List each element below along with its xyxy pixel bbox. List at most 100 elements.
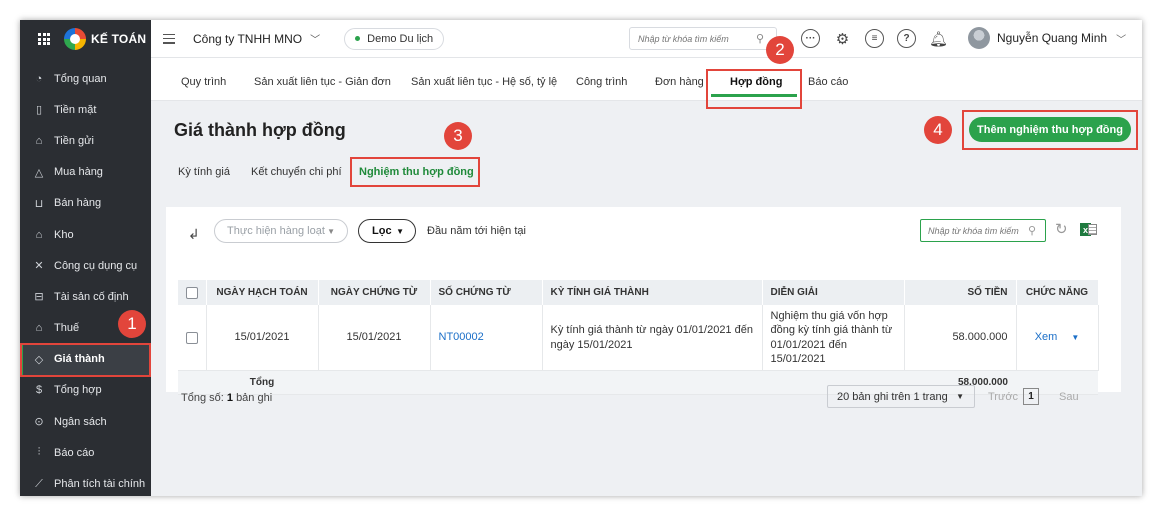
apps-grid-icon[interactable]: [38, 33, 50, 45]
record-count: Tổng số: 1 bản ghi: [181, 392, 272, 404]
page-size-select[interactable]: 20 bản ghi trên 1 trang ▼: [827, 385, 975, 408]
tab-san-xuat-he-so[interactable]: Sản xuất liên tục - Hệ số, tỷ lệ: [411, 76, 557, 88]
search-icon[interactable]: ⚲: [756, 32, 764, 45]
sidebar-item-label: Công cụ dụng cụ: [54, 259, 138, 272]
chevron-down-icon: ﹀: [310, 35, 321, 46]
sidebar-item-tong-hop[interactable]: $ Tổng hợp: [20, 375, 151, 406]
total-spacer: [318, 370, 430, 396]
sort-icon[interactable]: ↲: [188, 226, 200, 243]
sidebar-item-label: Kho: [54, 228, 74, 241]
cell-amount: 58.000.000: [904, 305, 1017, 372]
data-card: ↲ Thực hiện hàng loạt ▼ Lọc ▼ Đầu năm tớ…: [166, 207, 1121, 408]
acceptance-table: NGÀY HẠCH TOÁN NGÀY CHỨNG TỪ SỐ CHỨNG TỪ…: [178, 280, 1099, 396]
sidebar-item-tien-gui[interactable]: ⌂ Tiền gửi: [20, 125, 151, 156]
prev-page-button[interactable]: Trước: [988, 391, 1018, 403]
building-icon: ⌂: [35, 322, 43, 335]
select-all-checkbox[interactable]: [186, 286, 198, 299]
help-icon[interactable]: ?: [897, 29, 916, 48]
col-chuc-nang: CHỨC NĂNG: [1016, 280, 1099, 305]
total-spacer: [430, 370, 542, 396]
menu-icon[interactable]: [163, 33, 175, 44]
tab-quy-trinh[interactable]: Quy trình: [181, 76, 226, 88]
sidebar-item-label: Tiền gửi: [54, 134, 94, 147]
sidebar-item-label: Báo cáo: [54, 446, 95, 459]
table-row[interactable]: 15/01/2021 15/01/2021 NT00002 Kỳ tính gi…: [178, 305, 1099, 372]
sidebar-item-tong-quan[interactable]: ◔ Tổng quan: [20, 63, 151, 94]
table-header-row: NGÀY HẠCH TOÁN NGÀY CHỨNG TỪ SỐ CHỨNG TỪ…: [178, 280, 1099, 305]
shopping-bag-icon: △: [34, 166, 44, 179]
col-ky-tinh-gia-thanh[interactable]: KỲ TÍNH GIÁ THÀNH: [542, 280, 763, 305]
col-dien-giai[interactable]: DIỄN GIẢI: [762, 280, 905, 305]
sidebar-item-ngan-sach[interactable]: ⊙ Ngân sách: [20, 406, 151, 437]
record-count-prefix: Tổng số:: [181, 392, 224, 404]
sidebar-item-mua-hang[interactable]: △ Mua hàng: [20, 157, 151, 188]
cart-icon: ⊔: [34, 197, 44, 210]
col-so-chung-tu[interactable]: SỐ CHỨNG TỪ: [430, 280, 543, 305]
tab-cong-trinh[interactable]: Công trình: [576, 76, 627, 88]
next-page-button[interactable]: Sau: [1059, 391, 1079, 403]
app-window: KẾ TOÁN ◔ Tổng quan ▯ Tiền mặt ⌂ Tiền gửi △…: [20, 20, 1142, 496]
module-tabs: Quy trình Sản xuất liên tục - Giản đơn S…: [151, 58, 1142, 101]
sidebar-item-phan-tich-tai-chinh[interactable]: ⟋ Phân tích tài chính: [20, 468, 151, 496]
filter-button[interactable]: Lọc ▼: [358, 219, 416, 243]
sidebar-item-cong-cu-dung-cu[interactable]: ✕ Công cụ dụng cụ: [20, 250, 151, 281]
cell-posting-date: 15/01/2021: [206, 305, 319, 372]
user-menu[interactable]: Nguyễn Quang Minh ﹀: [968, 27, 1126, 49]
caret-down-icon[interactable]: ▼: [1071, 333, 1079, 342]
warehouse-icon: ⌂: [35, 228, 43, 241]
global-search-input[interactable]: [638, 33, 756, 44]
col-ngay-hach-toan[interactable]: NGÀY HẠCH TOÁN: [206, 280, 319, 305]
annotation-badge-2: 2: [766, 36, 794, 64]
dollar-doc-icon: $: [35, 384, 43, 397]
annotation-box-4: [962, 110, 1138, 150]
row-checkbox[interactable]: [186, 331, 198, 344]
record-count-value: 1: [226, 392, 233, 404]
bell-icon[interactable]: 🔔︎: [929, 29, 948, 48]
brand-name: KẾ TOÁN: [91, 32, 147, 46]
doc-number-link[interactable]: NT00002: [439, 331, 484, 343]
company-selector[interactable]: Công ty TNHH MNO ﹀: [193, 31, 321, 47]
total-spacer: [542, 370, 762, 396]
table-search-input[interactable]: [928, 225, 1028, 236]
refresh-icon[interactable]: ↻: [1055, 220, 1068, 238]
sidebar-item-kho[interactable]: ⌂ Kho: [20, 219, 151, 250]
sidebar-item-tien-mat[interactable]: ▯ Tiền mặt: [20, 94, 151, 125]
caret-down-icon: ▼: [327, 226, 335, 236]
batch-action-dropdown[interactable]: Thực hiện hàng loạt ▼: [214, 219, 348, 243]
cell-doc-no-wrap: NT00002: [430, 305, 543, 372]
wallet-icon: ▯: [35, 104, 43, 117]
chevron-down-icon: ﹀: [1116, 34, 1127, 46]
topbar-actions: ··· ⚙ ≡ ? 🔔︎: [801, 29, 948, 48]
sidebar-item-label: Mua hàng: [54, 166, 103, 179]
tab-san-xuat-gian-don[interactable]: Sản xuất liên tục - Giản đơn: [254, 76, 391, 88]
current-page[interactable]: 1: [1023, 388, 1039, 405]
tab-don-hang[interactable]: Đơn hàng: [655, 76, 704, 88]
chat-icon[interactable]: ≡: [865, 29, 884, 48]
company-name: Công ty TNHH MNO: [193, 31, 303, 46]
sidebar-item-tai-san-co-dinh[interactable]: ⊟ Tài sản cố định: [20, 281, 151, 312]
annotation-badge-1: 1: [118, 310, 146, 338]
col-ngay-chung-tu[interactable]: NGÀY CHỨNG TỪ: [318, 280, 431, 305]
subtab-ket-chuyen-chi-phi[interactable]: Kết chuyển chi phí: [251, 166, 342, 178]
col-so-tien[interactable]: SỐ TIỀN: [904, 280, 1017, 305]
table-search: ⚲: [920, 219, 1046, 242]
sidebar-item-ban-hang[interactable]: ⊔ Bán hàng: [20, 188, 151, 219]
tab-bao-cao[interactable]: Báo cáo: [808, 76, 848, 88]
budget-icon: ⊙: [34, 416, 44, 429]
sidebar-item-label: Tổng quan: [54, 72, 107, 85]
sidebar-item-bao-cao[interactable]: ⫶ Báo cáo: [20, 437, 151, 468]
subtab-ky-tinh-gia[interactable]: Kỳ tính giá: [178, 166, 230, 178]
view-link[interactable]: Xem: [1035, 331, 1058, 343]
gear-icon[interactable]: ⚙: [833, 29, 852, 48]
period-label: Đầu năm tới hiện tại: [427, 225, 526, 237]
record-count-suffix: bản ghi: [236, 392, 273, 404]
annotation-badge-4: 4: [924, 116, 952, 144]
avatar: [968, 27, 990, 49]
caret-down-icon: ▼: [956, 392, 964, 401]
page-size-label: 20 bản ghi trên 1 trang: [837, 390, 948, 403]
more-icon[interactable]: ···: [801, 29, 820, 48]
sidebar-nav: ◔ Tổng quan ▯ Tiền mặt ⌂ Tiền gửi △ Mua hàng…: [20, 63, 151, 496]
demo-badge[interactable]: Demo Du lịch: [344, 27, 445, 50]
excel-export-icon[interactable]: x: [1080, 222, 1098, 238]
search-icon[interactable]: ⚲: [1028, 224, 1036, 237]
